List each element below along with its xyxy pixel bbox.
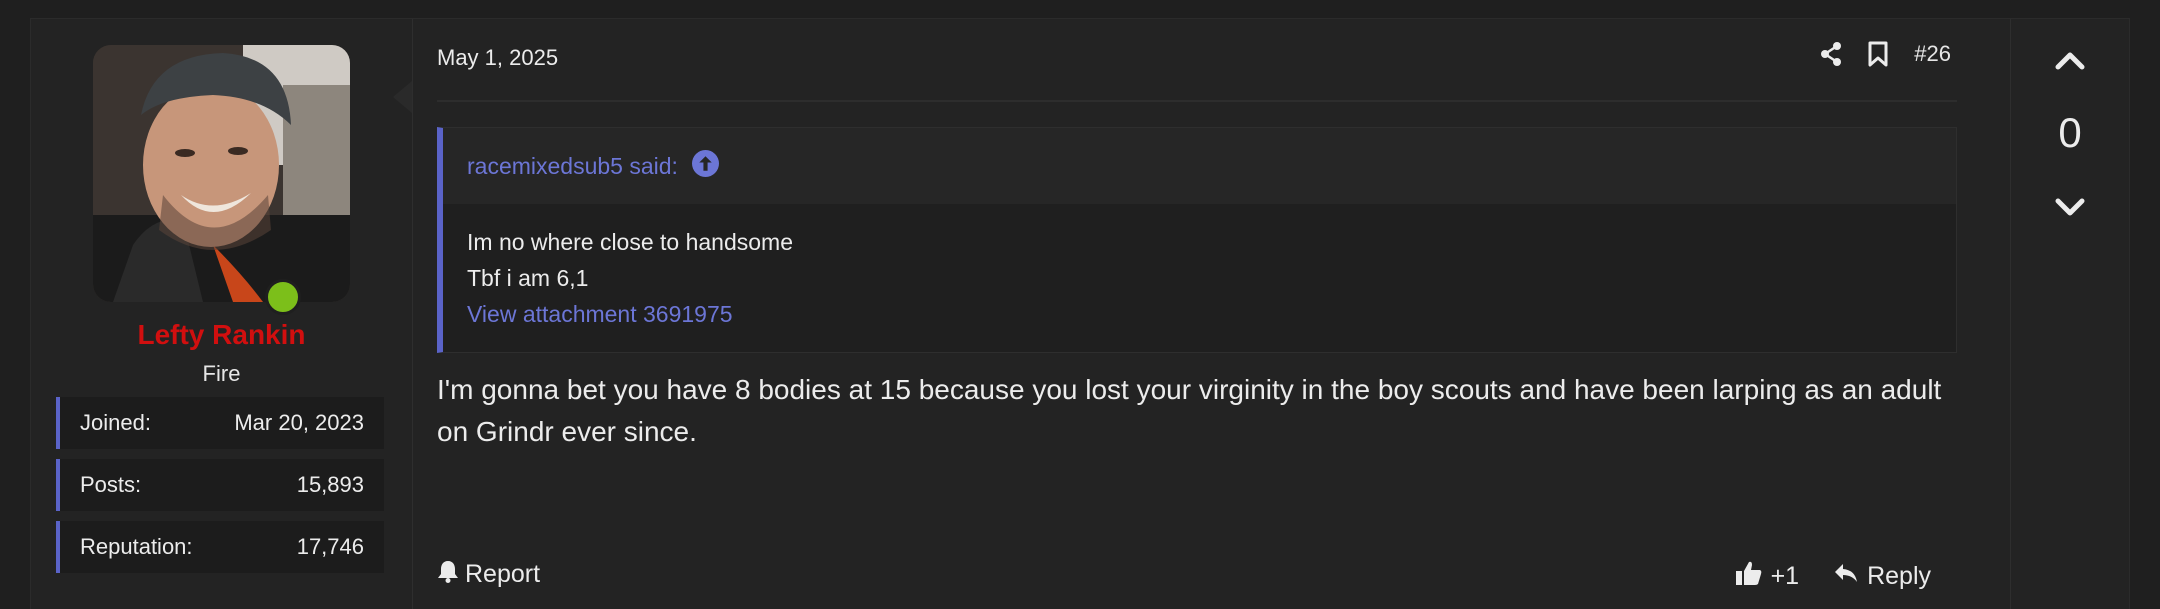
quote-author[interactable]: racemixedsub5 said: [467,153,678,180]
post-number-link[interactable]: #26 [1914,41,1951,67]
quote-block: racemixedsub5 said: Im no where close to… [437,127,1957,353]
stat-value: 15,893 [296,472,364,497]
quote-line: Im no where close to handsome [467,229,794,255]
stat-label: Posts: [80,472,142,497]
upvote-chevron-up-icon[interactable] [2055,49,2085,76]
stat-posts: Posts: 15,893 [56,459,384,511]
downvote-chevron-down-icon[interactable] [2055,197,2085,224]
report-label: Report [465,560,541,588]
vote-column: 0 [2010,19,2129,609]
reply-icon [1833,561,1859,592]
reply-button[interactable]: Reply [1833,561,1931,592]
post-message: I'm gonna bet you have 8 bodies at 15 be… [437,374,1942,447]
post-container: Lefty Rankin Fire Joined: Mar 20, 2023 P… [30,18,2130,609]
bookmark-icon[interactable] [1868,41,1888,67]
share-icon[interactable] [1820,42,1842,66]
reply-label: Reply [1867,562,1931,590]
post-date[interactable]: May 1, 2025 [437,45,558,71]
attachment-link[interactable]: View attachment 3691975 [467,296,1956,332]
avatar-container[interactable] [93,45,350,315]
stat-label: Joined: [80,410,151,435]
stat-value: Mar 20, 2023 [234,410,364,435]
bell-icon [437,559,459,590]
user-title: Fire [202,361,241,386]
message-arrow [393,81,412,113]
stat-value: 17,746 [296,534,364,559]
thumbs-up-icon [1735,559,1763,594]
jump-to-quote-icon[interactable] [691,149,719,183]
online-status-indicator [265,279,301,315]
quote-header: racemixedsub5 said: [443,128,1956,204]
vote-score: 0 [2058,109,2082,156]
quote-line: Tbf i am 6,1 [467,265,589,291]
stat-reputation: Reputation: 17,746 [56,521,384,573]
user-info-column: Lefty Rankin Fire Joined: Mar 20, 2023 P… [31,19,413,609]
quote-content: Im no where close to handsome Tbf i am 6… [443,204,1956,352]
post-header-actions: #26 [1820,41,1951,67]
stat-joined: Joined: Mar 20, 2023 [56,397,384,449]
like-button[interactable]: +1 [1735,559,1800,594]
username[interactable]: Lefty Rankin [31,319,412,351]
post-footer-actions: +1 Reply [1735,559,1931,594]
stat-label: Reputation: [80,534,193,559]
avatar[interactable] [93,45,350,302]
report-button[interactable]: Report [437,559,540,590]
header-divider [437,100,1957,102]
like-count: +1 [1770,562,1800,590]
post-main: May 1, 2025 #26 racemixedsub5 said: Im n… [413,19,2011,609]
